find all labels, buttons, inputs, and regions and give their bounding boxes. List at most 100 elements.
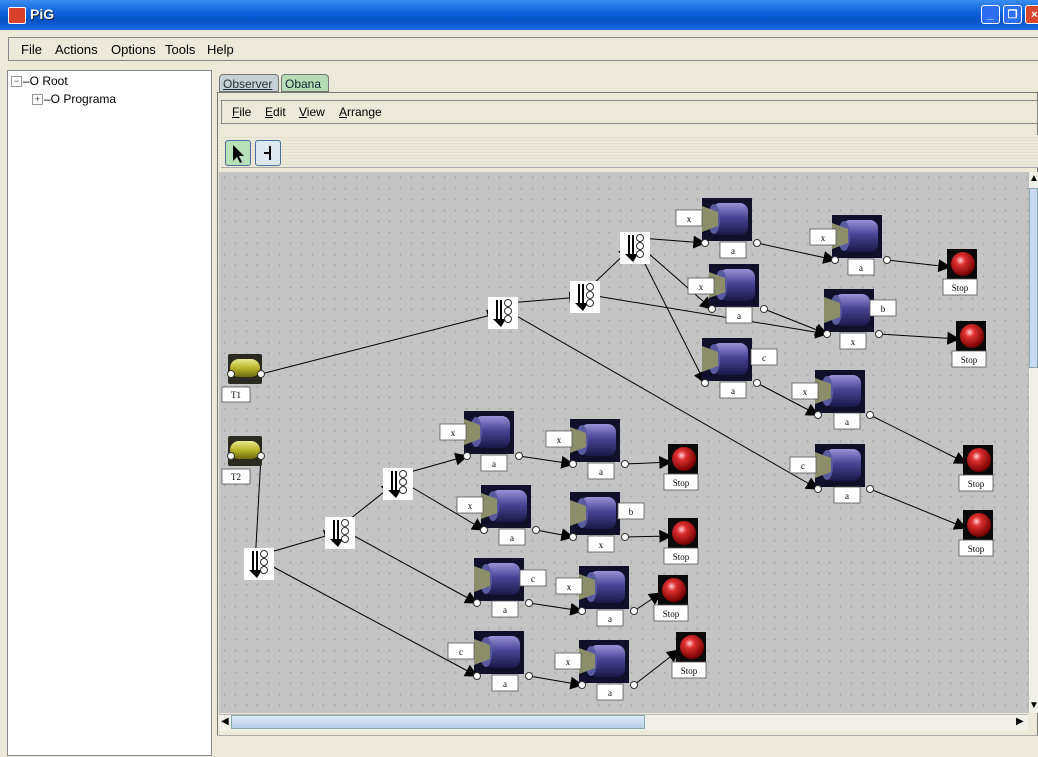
process-bottom-label: a [587,462,615,480]
process-node[interactable]: ca [447,631,533,692]
svg-text:a: a [503,605,507,615]
close-button[interactable]: × [1025,5,1038,24]
scroll-right-arrow[interactable]: ▶ [1016,716,1024,727]
process-top-label: x [554,652,582,670]
maximize-button[interactable]: ❐ [1003,5,1022,24]
fork-transition[interactable] [570,281,600,313]
stop-node[interactable]: Stop [663,444,699,491]
menu-file[interactable]: File [21,42,42,57]
process-node[interactable]: ca [701,338,778,399]
process-top-label: b [869,299,897,317]
svg-text:b: b [881,304,886,314]
stop-node[interactable]: Stop [942,249,978,296]
editor-menu-edit[interactable]: Edit [265,105,286,119]
svg-text:Stop: Stop [681,666,698,676]
svg-text:x: x [821,233,826,243]
horizontal-scroll-thumb[interactable] [231,715,645,729]
process-top-label: x [791,382,819,400]
process-node[interactable]: xa [687,264,768,324]
process-bottom-label: a [491,600,519,618]
svg-text:c: c [459,647,463,657]
svg-text:x: x [468,501,473,511]
tree-node-programa[interactable]: + –O Programa [32,92,116,106]
stop-label: Stop [663,473,699,491]
process-node[interactable]: xa [456,485,540,546]
minimize-button[interactable]: _ [981,5,1000,24]
vertical-scroll-thumb[interactable] [1029,188,1038,368]
stop-label: Stop [653,604,689,622]
process-node[interactable]: xa [554,640,638,701]
process-node[interactable]: xa [545,419,629,480]
fork-transition[interactable] [488,297,518,329]
process-node[interactable]: ca [473,558,547,618]
fork-transition[interactable] [325,517,355,549]
stop-node[interactable]: Stop [671,632,707,679]
fork-transition[interactable] [620,232,650,264]
scroll-down-arrow[interactable]: ▼ [1029,700,1038,711]
process-diagram: T1T2xaxaxabxca xacaxaxaxabxcaxacaxaStopSt… [221,198,994,701]
process-node[interactable]: xa [439,411,523,472]
process-node[interactable]: xa [791,370,874,430]
stop-node[interactable]: Stop [663,518,699,565]
fork-transition[interactable] [383,468,413,500]
process-bottom-label: a [833,412,861,430]
svg-text:T2: T2 [231,472,241,482]
menu-actions[interactable]: Actions [55,42,98,57]
process-bottom-label: a [719,241,747,259]
process-bottom-label: x [587,535,615,553]
pointer-icon [233,145,244,163]
svg-text:x: x [599,540,604,550]
stop-node[interactable]: Stop [951,321,987,368]
svg-text:x: x [557,435,562,445]
tree-node-root[interactable]: − –O Root [11,74,68,88]
trigger-label: T2 [221,468,251,485]
stop-node[interactable]: Stop [958,510,994,557]
editor-menu-arrange[interactable]: Arrange [339,105,382,119]
connection-arrow [869,414,968,464]
scroll-left-arrow[interactable]: ◀ [221,716,229,727]
svg-text:x: x [566,657,571,667]
menu-options[interactable]: Options [111,42,156,57]
process-bottom-label: a [498,528,526,546]
stop-label: Stop [958,539,994,557]
stop-node[interactable]: Stop [653,575,689,622]
menu-tools[interactable]: Tools [165,42,195,57]
svg-text:x: x [567,582,572,592]
process-node[interactable]: bx [823,289,897,350]
svg-text:a: a [845,491,849,501]
collapse-icon[interactable]: − [11,76,22,87]
svg-text:a: a [599,467,603,477]
svg-text:a: a [731,386,735,396]
process-bottom-label: a [480,454,508,472]
process-node[interactable]: xa [809,215,891,276]
connection-arrow [528,675,584,690]
process-node[interactable]: xa [555,566,638,627]
tab-observer[interactable]: Observer [219,74,279,92]
svg-text:Stop: Stop [673,478,690,488]
process-node[interactable]: bx [569,492,645,553]
menu-help[interactable]: Help [207,42,234,57]
expand-icon[interactable]: + [32,94,43,105]
select-tool-button[interactable] [225,140,251,166]
process-top-label: x [675,209,703,227]
window-title: PiG [30,6,55,22]
process-bottom-label: a [725,306,753,324]
process-node[interactable]: xa [675,198,761,259]
editor-menu-view[interactable]: View [299,105,325,119]
diagram-canvas[interactable]: T1 T2 x a x a x a b x c a x a c a x a x a x a b x c a x a c a x a Stop St… [219,172,1028,713]
editor-menu-file[interactable]: File [232,105,251,119]
scroll-up-arrow[interactable]: ▲ [1029,173,1038,184]
connection-arrow [249,455,263,566]
transition-tool-button[interactable] [255,140,281,166]
process-bottom-label: x [839,332,867,350]
connection-arrow [639,253,706,385]
process-top-label: x [545,430,573,448]
process-top-label: x [456,496,484,514]
fork-transition[interactable] [244,548,274,580]
process-node[interactable]: ca [789,444,874,504]
trigger-node-t2[interactable]: T2 [221,436,265,485]
trigger-node-t1[interactable]: T1 [221,354,265,403]
tab-obana[interactable]: Obana [281,74,329,92]
stop-node[interactable]: Stop [958,445,994,492]
svg-text:Stop: Stop [968,479,985,489]
